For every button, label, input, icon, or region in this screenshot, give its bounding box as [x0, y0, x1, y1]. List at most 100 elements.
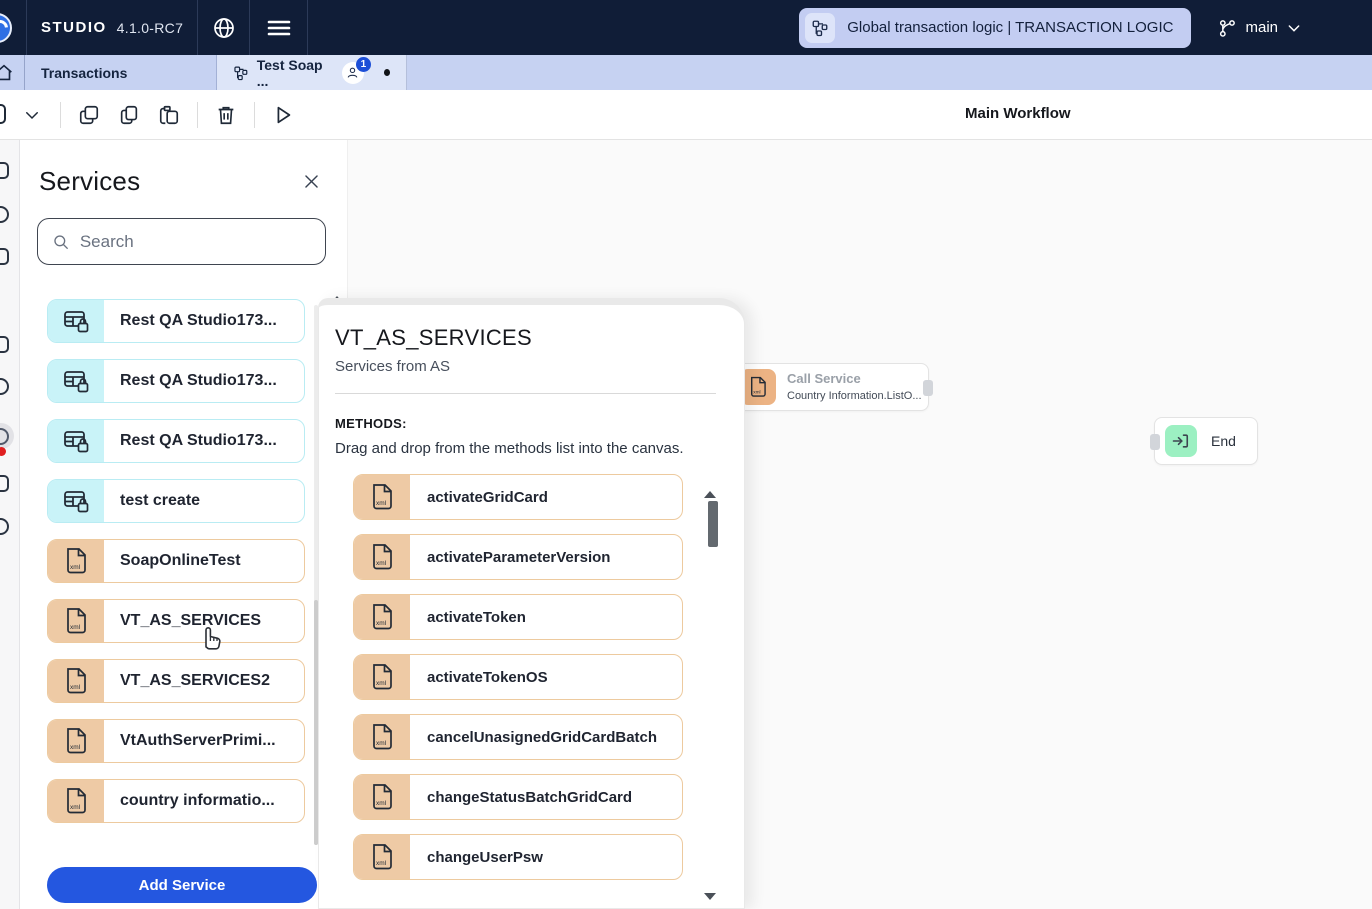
method-item-label: activateParameterVersion [410, 549, 610, 566]
method-item[interactable]: xml activateGridCard [353, 474, 683, 520]
globe-button[interactable] [198, 0, 250, 55]
rest-service-icon [48, 300, 104, 342]
method-item-label: changeUserPsw [410, 849, 543, 866]
strip-icon[interactable] [0, 518, 9, 535]
xml-service-icon: xml [740, 369, 776, 405]
method-item-label: activateToken [410, 609, 526, 626]
methods-scrollbar-thumb[interactable] [708, 501, 718, 547]
strip-icon[interactable] [0, 248, 9, 265]
end-node[interactable]: End [1154, 417, 1258, 465]
xml-document-icon: xml [368, 602, 396, 632]
tab-test-soap[interactable]: Test Soap ... 1 [217, 55, 407, 90]
xml-document-icon: xml [368, 782, 396, 812]
collaborators[interactable]: 1 [342, 62, 364, 84]
soap-service-icon: xml [48, 780, 104, 822]
methods-hint: Drag and drop from the methods list into… [319, 431, 744, 457]
add-service-button[interactable]: Add Service [47, 867, 317, 903]
strip-icon[interactable] [0, 162, 9, 179]
service-item-label: VtAuthServerPrimi... [104, 732, 276, 750]
methods-scroll-down-arrow[interactable] [704, 893, 716, 900]
duplicate-icon [118, 104, 140, 126]
method-item[interactable]: xml activateTokenOS [353, 654, 683, 700]
xml-document-icon: xml [62, 786, 90, 816]
svg-text:xml: xml [753, 389, 760, 394]
main-workflow-title: Main Workflow [965, 105, 1071, 122]
svg-text:xml: xml [376, 620, 387, 627]
rest-table-lock-icon [61, 366, 91, 396]
chevron-down-icon [23, 106, 41, 124]
menu-button[interactable] [250, 0, 308, 55]
rest-table-lock-icon [61, 486, 91, 516]
node-subtitle: Country Information.ListO... [787, 390, 922, 403]
search-icon [52, 232, 70, 252]
soap-service-icon: xml [48, 540, 104, 582]
copy-button[interactable] [72, 98, 106, 132]
method-item[interactable]: xml cancelUnasignedGridCardBatch [353, 714, 683, 760]
node-title: Call Service [787, 372, 922, 387]
method-item[interactable]: xml activateToken [353, 594, 683, 640]
search-input[interactable] [80, 232, 311, 252]
method-item-label: activateTokenOS [410, 669, 548, 686]
home-tab[interactable] [0, 55, 25, 90]
method-item[interactable]: xml changeStatusBatchGridCard [353, 774, 683, 820]
brand-version: 4.1.0-RC7 [117, 20, 184, 36]
strip-icon[interactable] [0, 206, 9, 223]
connector-handle[interactable] [1150, 434, 1160, 450]
workflow-pill-label: Global transaction logic | TRANSACTION L… [847, 19, 1173, 36]
strip-alert-dot [0, 447, 6, 456]
service-item-label: Rest QA Studio173... [104, 372, 277, 390]
mouse-cursor-hand [197, 620, 223, 650]
tab-transactions[interactable]: Transactions [25, 55, 217, 90]
delete-button[interactable] [209, 98, 243, 132]
strip-icon[interactable] [0, 378, 9, 395]
xml-document-icon: xml [368, 722, 396, 752]
soap-service-icon: xml [48, 660, 104, 702]
brand-name: STUDIO [41, 19, 107, 36]
current-workflow-pill[interactable]: Global transaction logic | TRANSACTION L… [799, 8, 1191, 48]
xml-document-icon: xml [62, 606, 90, 636]
services-search[interactable] [37, 218, 326, 265]
run-button[interactable] [266, 98, 300, 132]
call-service-node[interactable]: xml Call Service Country Information.Lis… [731, 363, 929, 411]
rest-service-icon [48, 360, 104, 402]
service-item[interactable]: xml VtAuthServerPrimi... [47, 719, 305, 763]
service-item[interactable]: xml VT_AS_SERVICES2 [47, 659, 305, 703]
svg-text:xml: xml [70, 564, 81, 571]
paste-button[interactable] [152, 98, 186, 132]
method-item[interactable]: xml activateParameterVersion [353, 534, 683, 580]
strip-icon[interactable] [0, 475, 9, 492]
svg-text:xml: xml [376, 740, 387, 747]
close-button[interactable] [299, 170, 323, 194]
service-item-label: VT_AS_SERVICES [104, 612, 261, 630]
service-item-label: VT_AS_SERVICES2 [104, 672, 270, 690]
expand-button[interactable] [15, 98, 49, 132]
close-icon [302, 172, 321, 191]
duplicate-button[interactable] [112, 98, 146, 132]
git-branch-icon [1217, 18, 1237, 38]
home-icon [0, 62, 15, 84]
method-item[interactable]: xml changeUserPsw [353, 834, 683, 880]
editor-toolbar: Main Workflow [0, 90, 1372, 140]
service-item[interactable]: xml VT_AS_SERVICES [47, 599, 305, 643]
collaborator-count-badge: 1 [356, 57, 371, 72]
xml-method-icon: xml [354, 835, 410, 879]
service-item[interactable]: xml SoapOnlineTest [47, 539, 305, 583]
connector-handle[interactable] [923, 380, 933, 396]
service-item[interactable]: xml country informatio... [47, 779, 305, 823]
xml-method-icon: xml [354, 655, 410, 699]
svg-text:xml: xml [70, 624, 81, 631]
tab-bar: Transactions Test Soap ... 1 [0, 55, 1372, 90]
flyout-title: VT_AS_SERVICES [335, 325, 728, 351]
method-item-label: cancelUnasignedGridCardBatch [410, 729, 657, 746]
flyout-subtitle: Services from AS [335, 358, 728, 375]
branch-selector[interactable]: main [1217, 18, 1302, 38]
xml-document-icon: xml [62, 666, 90, 696]
service-item[interactable]: Rest QA Studio173... [47, 299, 305, 343]
service-item[interactable]: Rest QA Studio173... [47, 359, 305, 403]
methods-scroll-up-arrow[interactable] [704, 491, 716, 498]
service-item[interactable]: Rest QA Studio173... [47, 419, 305, 463]
strip-icon[interactable] [0, 336, 9, 353]
svg-text:xml: xml [376, 680, 387, 687]
service-item[interactable]: test create [47, 479, 305, 523]
chevron-down-icon [1286, 20, 1302, 36]
